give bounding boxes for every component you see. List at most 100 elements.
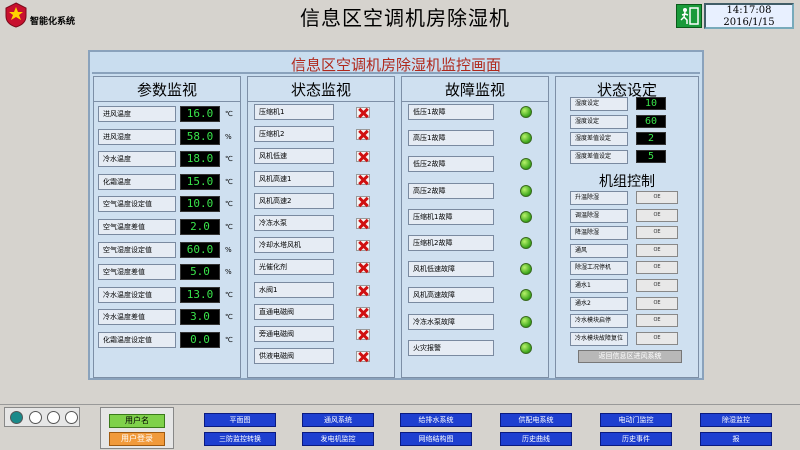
- monitor-panel: 信息区空调机房除湿机监控画面 参数监视 进风温度 16.0 ℃ 进风湿度 58.0% 冷水…: [88, 50, 704, 380]
- control-toggle-button[interactable]: OE: [636, 296, 678, 310]
- header-bar: 智能化系统 信息区空调机房除湿机 14:17:08 2016/1/15: [0, 0, 800, 32]
- fault-status-led-icon: [520, 263, 532, 276]
- nav-button[interactable]: 供配电系统: [500, 413, 572, 427]
- nav-button[interactable]: 历史曲线: [500, 432, 572, 446]
- emblem-logo-icon: [5, 2, 27, 28]
- param-label: 冷水温度: [98, 151, 176, 168]
- nav-button[interactable]: 发电机监控: [302, 432, 374, 446]
- fault-label: 低压2故障: [408, 156, 494, 173]
- param-value: 15.0: [180, 173, 220, 190]
- status-off-x-icon: [356, 240, 370, 252]
- fault-status-led-icon: [520, 132, 532, 145]
- param-unit: ℃: [225, 313, 233, 322]
- status-off-x-icon: [356, 262, 370, 274]
- fault-label: 冷冻水泵故障: [408, 313, 494, 330]
- fault-label: 压缩机2故障: [408, 235, 494, 251]
- nav-button[interactable]: 报: [700, 432, 772, 446]
- clock-date: 2016/1/15: [723, 17, 775, 28]
- control-toggle-button[interactable]: OE: [636, 331, 678, 345]
- control-toggle-button[interactable]: OE: [636, 226, 678, 240]
- control-label: 通风: [570, 243, 628, 258]
- status-off-x-icon: [356, 107, 370, 118]
- param-unit: ℃: [225, 290, 233, 299]
- fault-label: 高压2故障: [408, 182, 494, 199]
- param-value: 0.0: [180, 332, 220, 348]
- param-label: 冷水温度差值: [98, 309, 176, 326]
- status-monitor-title: 状态监视: [290, 81, 351, 99]
- title-divider: [92, 72, 700, 74]
- param-unit: %: [225, 132, 232, 141]
- param-value: 58.0: [180, 128, 220, 145]
- exit-button[interactable]: [676, 4, 702, 28]
- nav-button[interactable]: 历史事件: [600, 432, 672, 446]
- fault-status-led-icon: [520, 210, 532, 223]
- param-label: 空气湿度差值: [98, 264, 176, 281]
- param-label: 进风湿度: [98, 128, 176, 145]
- control-label: 通水2: [570, 296, 628, 311]
- param-unit: ℃: [225, 336, 233, 344]
- control-label: 通水1: [570, 279, 628, 293]
- fault-label: 风机低速故障: [408, 261, 494, 278]
- fault-status-led-icon: [520, 289, 532, 302]
- status-label: 冷却水塔风机: [254, 237, 334, 254]
- control-toggle-button[interactable]: OE: [636, 208, 678, 222]
- fault-status-led-icon: [520, 158, 532, 171]
- fault-status-led-icon: [520, 106, 532, 118]
- setting-value-input[interactable]: 2: [636, 132, 666, 145]
- setting-label: 湿度设定: [570, 97, 628, 111]
- setting-value-input[interactable]: 60: [636, 114, 666, 128]
- param-unit: ℃: [225, 110, 233, 118]
- param-unit: %: [225, 268, 232, 277]
- param-label: 化霜温度设定值: [98, 332, 176, 348]
- control-label: 冷水模块启停: [570, 314, 628, 329]
- return-inlet-system-button[interactable]: 返回信息区进风系统: [578, 350, 682, 363]
- setting-label: 湿度差值设定: [570, 149, 628, 164]
- control-toggle-button[interactable]: OE: [636, 279, 678, 292]
- fault-label: 压缩机1故障: [408, 208, 494, 225]
- fault-label: 低压1故障: [408, 104, 494, 120]
- nav-button[interactable]: 除湿监控: [700, 413, 772, 427]
- username-button[interactable]: 用户名: [109, 414, 165, 428]
- status-label: 水阀1: [254, 281, 334, 298]
- param-unit: ℃: [225, 200, 233, 209]
- nav-button[interactable]: 给排水系统: [400, 413, 472, 427]
- nav-button[interactable]: 电动门监控: [600, 413, 672, 427]
- section-divider: [248, 101, 394, 102]
- control-toggle-button[interactable]: OE: [636, 261, 678, 275]
- nav-button[interactable]: 通风系统: [302, 413, 374, 427]
- param-label: 冷水温度设定值: [98, 286, 176, 303]
- control-toggle-button[interactable]: OE: [636, 243, 678, 257]
- status-label: 压缩机2: [254, 126, 334, 143]
- status-off-x-icon: [356, 151, 370, 163]
- clock-display: 14:17:08 2016/1/15: [704, 3, 794, 29]
- nav-button[interactable]: 三防监控转换: [204, 432, 276, 446]
- param-unit: ℃: [225, 155, 233, 164]
- param-label: 空气温度设定值: [98, 196, 176, 213]
- nav-button[interactable]: 平面图: [204, 413, 276, 427]
- section-divider: [402, 101, 548, 102]
- control-label: 除湿工况停机: [570, 261, 628, 276]
- indicator-panel: [4, 407, 80, 427]
- setting-value-input[interactable]: 5: [636, 149, 666, 163]
- fault-status-led-icon: [520, 315, 532, 328]
- param-unit: %: [225, 245, 232, 254]
- fault-status-led-icon: [520, 237, 532, 249]
- param-unit: ℃: [225, 223, 233, 231]
- nav-button[interactable]: 网络结构图: [400, 432, 472, 446]
- status-off-x-icon: [356, 329, 370, 340]
- param-value: 18.0: [180, 151, 220, 168]
- fault-label: 风机高速故障: [408, 287, 494, 304]
- param-value: 10.0: [180, 196, 220, 213]
- param-value: 3.0: [180, 309, 220, 326]
- control-toggle-button[interactable]: OE: [636, 314, 678, 328]
- setting-value-input[interactable]: 10: [636, 97, 666, 110]
- status-indicator-icon: [65, 411, 78, 424]
- status-label: 风机高速2: [254, 192, 334, 209]
- control-toggle-button[interactable]: OE: [636, 191, 678, 204]
- param-label: 空气湿度设定值: [98, 241, 176, 258]
- param-value: 60.0: [180, 241, 220, 258]
- user-login-button[interactable]: 用户登录: [109, 432, 165, 446]
- status-label: 压缩机1: [254, 104, 334, 120]
- setting-label: 湿度差值设定: [570, 132, 628, 146]
- param-value: 5.0: [180, 264, 220, 281]
